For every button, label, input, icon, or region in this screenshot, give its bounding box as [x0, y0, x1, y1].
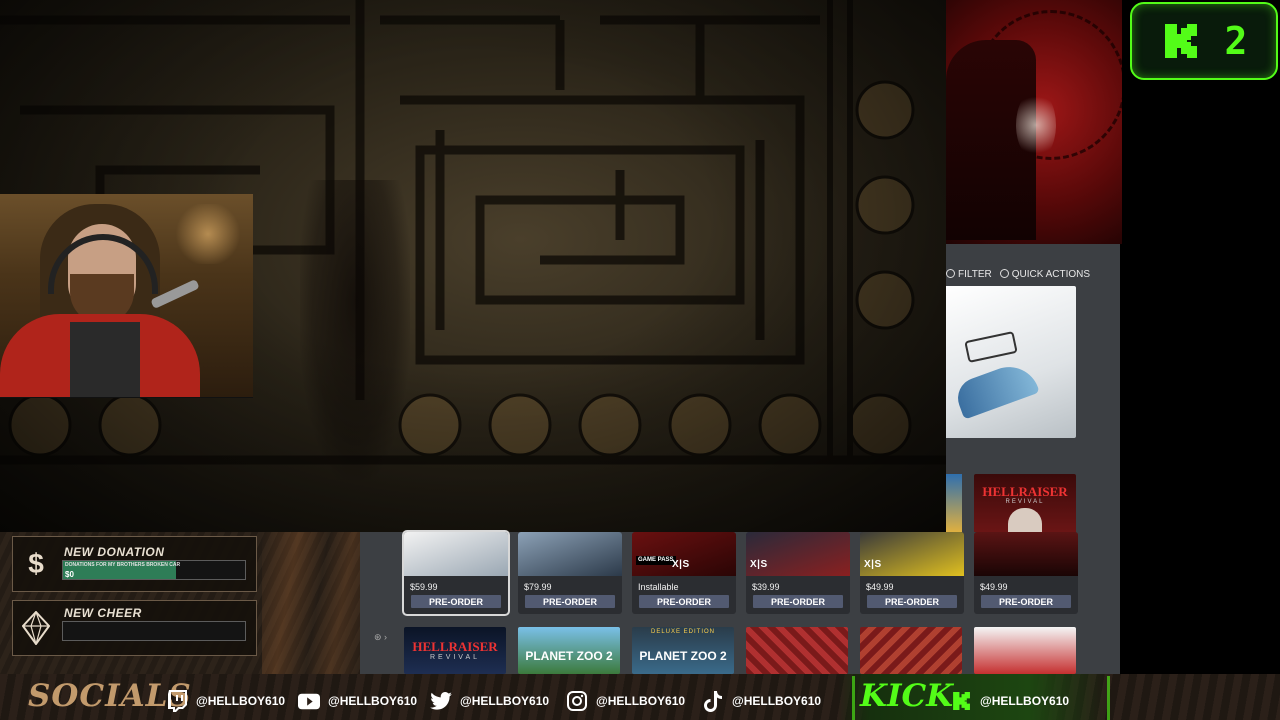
- preorder-button[interactable]: PRE-ORDER: [411, 595, 501, 608]
- store-game-cover[interactable]: [860, 627, 962, 674]
- instagram-icon: [566, 690, 588, 712]
- store-game-cover[interactable]: [974, 627, 1076, 674]
- store-game-tile[interactable]: GAME PASS X|S Installable PRE-ORDER: [632, 532, 736, 614]
- dollar-icon: $: [28, 548, 44, 579]
- store-game-cover[interactable]: DELUXE EDITION PLANET ZOO 2: [632, 627, 734, 674]
- store-game-cover[interactable]: PLANET ZOO 2: [518, 627, 620, 674]
- cheer-diamond-icon: [22, 611, 50, 645]
- store-game-cover[interactable]: [746, 627, 848, 674]
- stream-layout: 2 FILTER QUICK ACTIONS $59.99 PRE-ORDER …: [0, 0, 1280, 720]
- store-game-tile[interactable]: X|S $49.99 PRE-ORDER: [860, 532, 964, 614]
- preorder-button[interactable]: PRE-ORDER: [867, 595, 957, 608]
- hellraiser-cover[interactable]: HELLRAISER REVIVAL: [974, 474, 1076, 532]
- store-game-tile[interactable]: $79.99 PRE-ORDER: [518, 532, 622, 614]
- cheer-goal-bar: [62, 621, 246, 641]
- twitter-bird-icon: [430, 690, 452, 712]
- row-scroll-icon: ⊛ ›: [374, 632, 388, 642]
- webcam-feed: [0, 194, 253, 398]
- kick-title: KICK: [860, 678, 954, 714]
- y-button-icon: [946, 268, 955, 278]
- kick-logo-icon: [1164, 24, 1197, 58]
- preorder-button[interactable]: PRE-ORDER: [981, 595, 1071, 608]
- cheer-alert-title: NEW CHEER: [64, 606, 142, 620]
- xbox-series-badge: X|S: [672, 559, 690, 570]
- donation-goal-bar: DONATIONS FOR MY BROTHERS BROKEN CAR $0: [62, 560, 246, 580]
- store-game-tile[interactable]: X|S $39.99 PRE-ORDER: [746, 532, 850, 614]
- menu-button-icon: [999, 268, 1009, 278]
- preorder-button[interactable]: PRE-ORDER: [753, 595, 843, 608]
- social-tiktok[interactable]: @HELLBOY610: [702, 690, 821, 712]
- hellboy-artwork: [946, 0, 1122, 244]
- social-twitch[interactable]: @HELLBOY610: [166, 690, 285, 712]
- donation-alert-title: NEW DONATION: [64, 545, 165, 559]
- store-game-tile[interactable]: $49.99 PRE-ORDER: [974, 532, 1078, 614]
- xbox-series-badge: X|S: [864, 559, 882, 570]
- social-kick[interactable]: @HELLBOY610: [950, 690, 1069, 712]
- kick-icon: [950, 690, 972, 712]
- game-logo: [964, 331, 1018, 363]
- car-art: [952, 358, 1040, 420]
- xbox-series-badge: X|S: [750, 559, 768, 570]
- preorder-button[interactable]: PRE-ORDER: [639, 595, 729, 608]
- tiktok-icon: [702, 690, 724, 712]
- store-game-tile[interactable]: $59.99 PRE-ORDER: [402, 530, 510, 616]
- quick-actions[interactable]: QUICK ACTIONS: [999, 268, 1090, 280]
- youtube-icon: [298, 690, 320, 712]
- social-youtube[interactable]: @HELLBOY610: [298, 690, 417, 712]
- donation-goal-amount: $0: [65, 570, 74, 579]
- store-game-cover[interactable]: HELLRAISER REVIVAL: [404, 627, 506, 674]
- store-tile-edge: [946, 474, 962, 532]
- store-toolbar: FILTER QUICK ACTIONS: [946, 266, 1120, 282]
- preorder-button[interactable]: PRE-ORDER: [525, 595, 615, 608]
- social-twitter[interactable]: @HELLBOY610: [430, 690, 549, 712]
- diamond-icon: [14, 606, 58, 650]
- donation-goal-label: DONATIONS FOR MY BROTHERS BROKEN CAR: [65, 562, 181, 568]
- alerts-panel: $ NEW DONATION DONATIONS FOR MY BROTHERS…: [0, 532, 360, 674]
- kick-viewer-count: 2: [1130, 2, 1278, 80]
- twitch-icon: [166, 690, 188, 712]
- featured-game-tile[interactable]: [946, 286, 1076, 438]
- viewer-count: 2: [1224, 19, 1248, 63]
- social-instagram[interactable]: @HELLBOY610: [566, 690, 685, 712]
- game-pass-badge: GAME PASS: [636, 556, 676, 565]
- filter-action[interactable]: FILTER: [946, 268, 992, 280]
